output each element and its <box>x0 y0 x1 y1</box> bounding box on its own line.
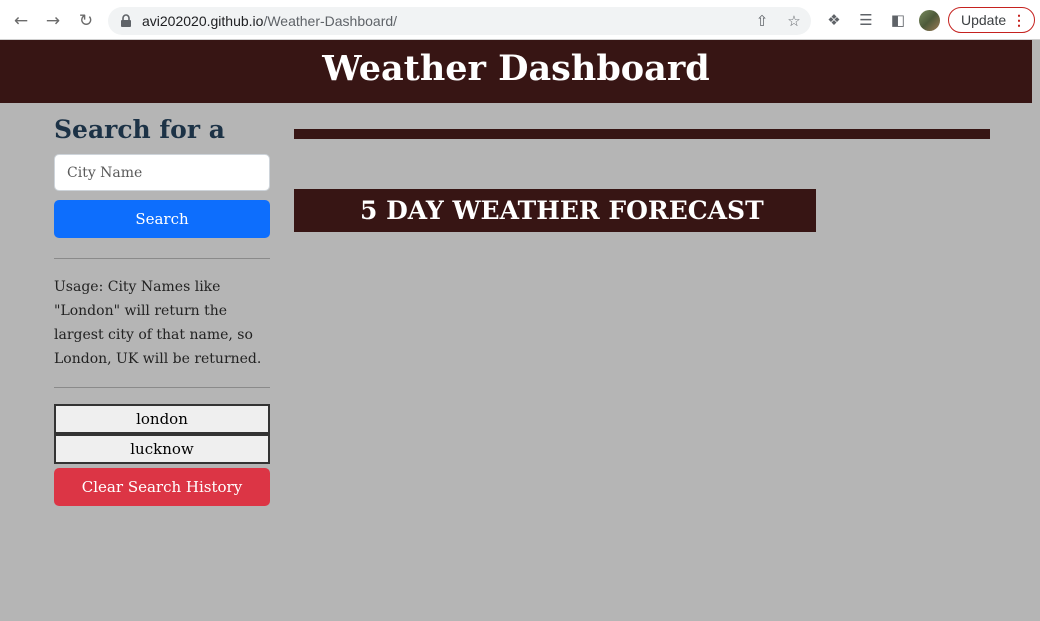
profile-avatar[interactable] <box>919 10 940 31</box>
update-button[interactable]: Update ⋮ <box>948 7 1035 33</box>
forward-arrow-icon[interactable]: → <box>42 10 64 32</box>
search-button[interactable]: Search <box>54 200 270 238</box>
address-url: avi202020.github.io/Weather-Dashboard/ <box>142 13 398 29</box>
bookmark-star-icon[interactable]: ☆ <box>786 13 802 29</box>
current-weather-bar <box>294 129 990 139</box>
history-button-london[interactable]: london <box>54 404 270 434</box>
extensions-puzzle-icon[interactable]: ❖ <box>825 11 843 29</box>
search-sidebar: Search for a City: Search Usage: City Na… <box>54 112 270 506</box>
browser-toolbar: ← → ↻ avi202020.github.io/Weather-Dashbo… <box>0 0 1040 40</box>
usage-text: Usage: City Names like "London" will ret… <box>54 279 262 367</box>
history-button-lucknow[interactable]: lucknow <box>54 434 270 464</box>
share-icon[interactable]: ⇧ <box>754 13 770 29</box>
menu-dots-icon[interactable]: ⋮ <box>1012 8 1026 32</box>
clear-history-button[interactable]: Clear Search History <box>54 468 270 506</box>
city-search-input[interactable] <box>54 154 270 191</box>
lock-icon <box>121 14 131 27</box>
forecast-title: 5 DAY WEATHER FORECAST <box>360 196 764 225</box>
side-panel-icon[interactable]: ◧ <box>889 11 907 29</box>
divider <box>54 258 270 259</box>
page-header: Weather Dashboard <box>0 40 1032 103</box>
back-arrow-icon[interactable]: ← <box>10 10 32 32</box>
page-title: Weather Dashboard <box>322 48 710 89</box>
reload-icon[interactable]: ↻ <box>75 10 97 32</box>
reading-list-icon[interactable]: ☰ <box>857 11 875 29</box>
divider <box>54 387 270 388</box>
forecast-header: 5 DAY WEATHER FORECAST <box>294 189 816 232</box>
address-bar[interactable]: avi202020.github.io/Weather-Dashboard/ ⇧… <box>108 7 811 35</box>
